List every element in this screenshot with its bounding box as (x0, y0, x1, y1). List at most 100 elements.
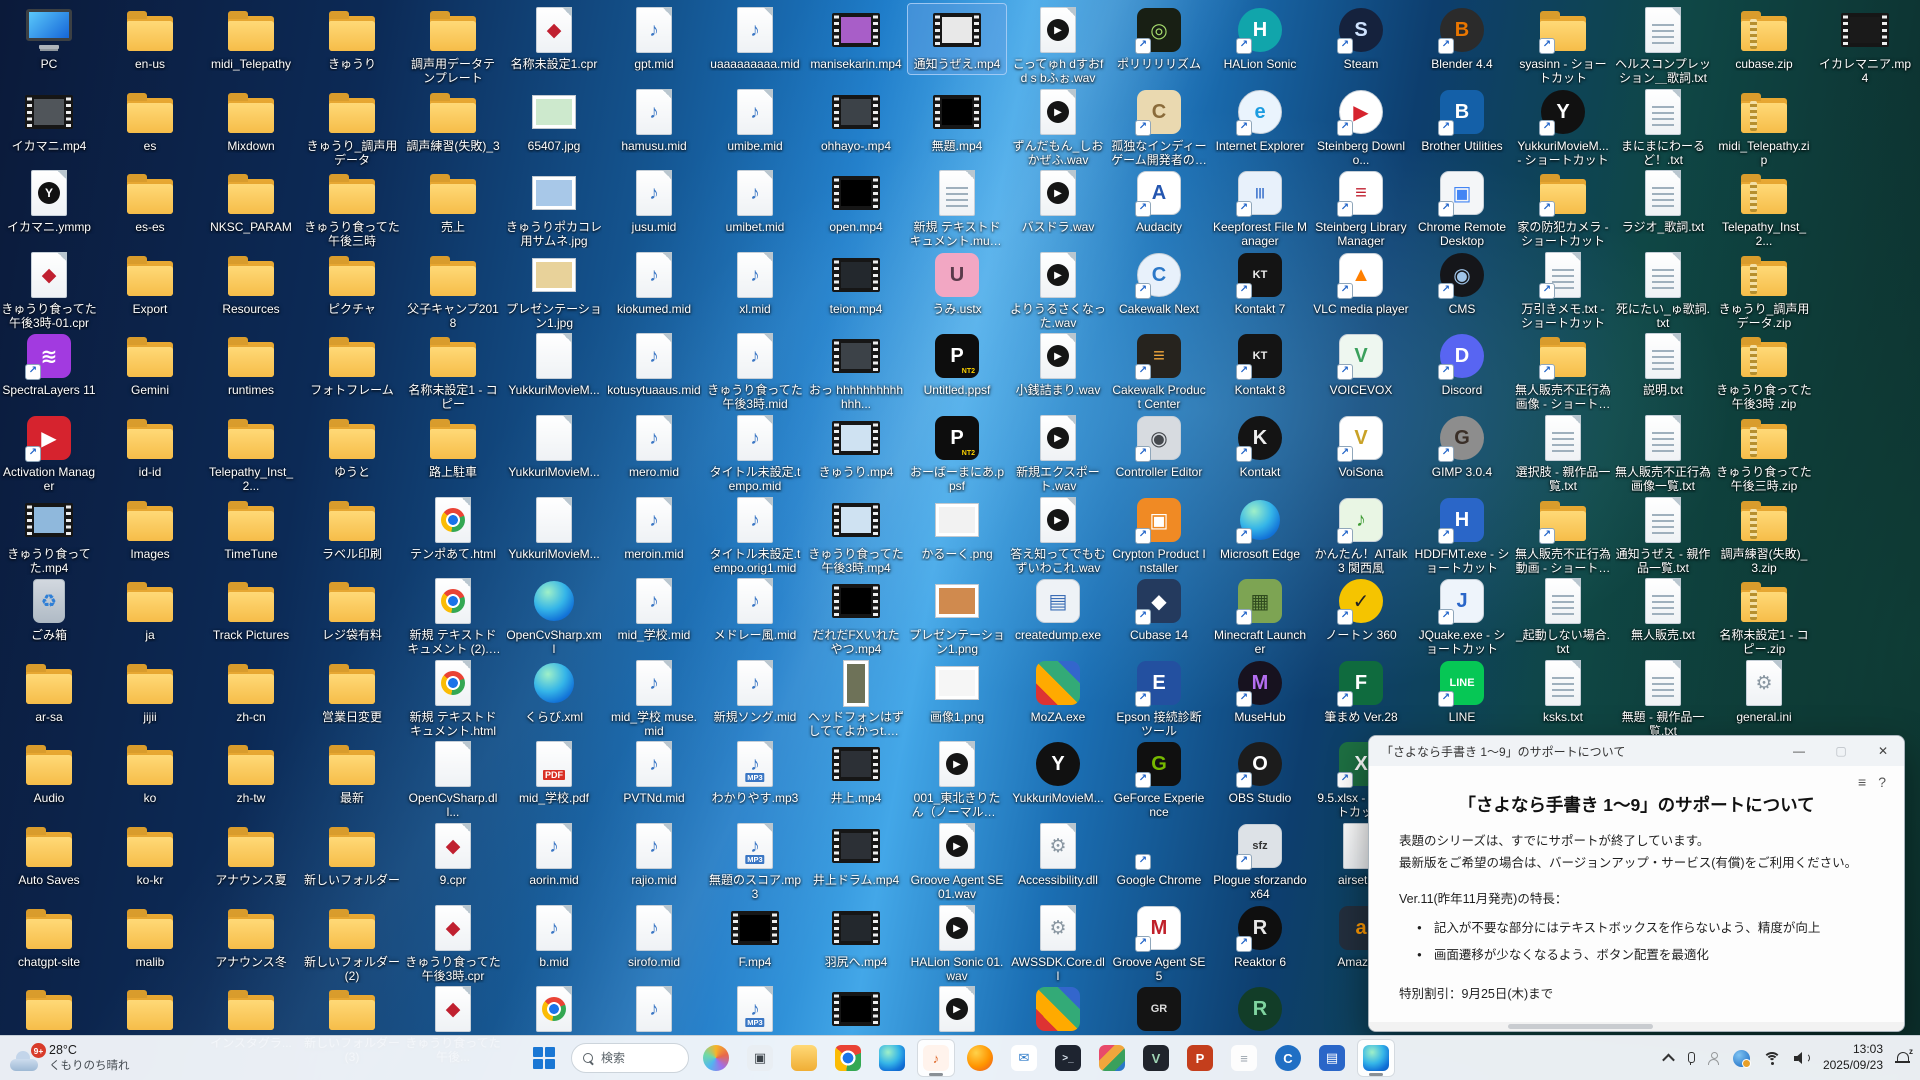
desktop-icon[interactable]: ♪メドレー風.mid (706, 575, 804, 645)
desktop-icon[interactable]: MoZA.exe (1009, 657, 1107, 727)
desktop-icon[interactable]: Microsoft Edge (1211, 494, 1309, 564)
desktop-icon[interactable]: ▶HALion Sonic 01.wav (908, 902, 1006, 986)
desktop-icon[interactable]: 井上ドラム.mp4 (807, 820, 905, 890)
desktop-icon[interactable]: eInternet Explorer (1211, 86, 1309, 156)
weather-widget[interactable]: 9+ 28°C くもりのち晴れ (10, 1043, 130, 1073)
desktop-icon[interactable]: KKontakt (1211, 412, 1309, 482)
desktop-icon[interactable]: 父子キャンプ2018 (404, 249, 502, 333)
desktop-icon[interactable]: Auto Saves (0, 820, 98, 890)
scrollbar-thumb[interactable] (1508, 1024, 1652, 1029)
taskbar-app-file-explorer[interactable] (785, 1039, 823, 1077)
desktop-icon[interactable]: ♻ごみ箱 (0, 575, 98, 645)
desktop-icon[interactable]: 調声練習(失敗)_3.zip (1715, 494, 1813, 578)
desktop-icon[interactable]: chatgpt-site (0, 902, 98, 972)
desktop-icon[interactable]: en-us (101, 4, 199, 74)
desktop-icon[interactable]: ♪b.mid (505, 902, 603, 972)
desktop-icon[interactable]: PC (0, 4, 98, 74)
desktop-icon[interactable]: zh-tw (202, 738, 300, 808)
desktop-icon[interactable]: BBrother Utilities (1413, 86, 1511, 156)
desktop-icon[interactable]: ✓ノートン 360 (1312, 575, 1410, 645)
desktop-icon[interactable]: ♪kotusytuaaus.mid (605, 330, 703, 400)
desktop-icon[interactable]: 羽尻へ.mp4 (807, 902, 905, 972)
desktop-icon[interactable]: KTKontakt 8 (1211, 330, 1309, 400)
desktop-icon[interactable]: Images (101, 494, 199, 564)
desktop-icon[interactable]: MMuseHub (1211, 657, 1309, 727)
horizontal-scrollbar[interactable] (1369, 1022, 1904, 1031)
desktop-icon[interactable]: きゅうり.mp4 (807, 412, 905, 482)
desktop-icon[interactable]: 新規 テキストドキュメント.musicxml (908, 167, 1006, 251)
desktop-icon[interactable] (0, 983, 98, 1039)
notification-bell-icon[interactable]: z (1896, 1051, 1910, 1065)
desktop-icon[interactable]: EEpson 接続診断ツール (1110, 657, 1208, 741)
desktop-icon[interactable]: |||Keepforest File Manager (1211, 167, 1309, 251)
desktop-icon[interactable]: きゅうり_調声用データ (303, 86, 401, 170)
taskbar-app-media-player[interactable] (1093, 1039, 1131, 1077)
desktop-icon[interactable]: 井上.mp4 (807, 738, 905, 808)
desktop-icon[interactable]: ≡Cakewalk Product Center (1110, 330, 1208, 414)
desktop-icon[interactable]: おっ hhhhhhhhhhhhh... (807, 330, 905, 414)
desktop-icon[interactable]: ▶よりうるさくなった.wav (1009, 249, 1107, 333)
desktop-icon[interactable]: OpenCvSharp.dll... (404, 738, 502, 822)
desktop-icon[interactable]: C孤独なインディーゲーム開発者の一生 ... (1110, 86, 1208, 170)
desktop-icon[interactable]: ▶こってゅh dすおf d s bふぉ.wav (1009, 4, 1107, 88)
desktop-icon[interactable]: ♪mid_学校.mid (605, 575, 703, 645)
desktop-icon[interactable]: ▶小銭詰まり.wav (1009, 330, 1107, 400)
desktop-icon[interactable]: きゅうり食ってた午後三時 (303, 167, 401, 251)
accessibility-icon[interactable] (1708, 1052, 1720, 1065)
desktop-icon[interactable]: F筆まめ Ver.28 (1312, 657, 1410, 727)
desktop-icon[interactable]: 無題 - 親作品一覧.txt (1614, 657, 1712, 741)
desktop-icon[interactable]: ▣Crypton Product Installer (1110, 494, 1208, 578)
desktop-icon[interactable] (505, 983, 603, 1039)
desktop-icon[interactable]: 売上 (404, 167, 502, 237)
desktop-icon[interactable]: ▶Steinberg Downlo... (1312, 86, 1410, 170)
start-button[interactable] (525, 1039, 563, 1077)
desktop-icon[interactable]: ≡Steinberg Library Manager (1312, 167, 1410, 251)
desktop-icon[interactable]: ⚙general.ini (1715, 657, 1813, 727)
desktop-icon[interactable]: AAudacity (1110, 167, 1208, 237)
desktop-icon[interactable]: LINELINE (1413, 657, 1511, 727)
desktop-icon[interactable]: 最新 (303, 738, 401, 808)
desktop-icon[interactable]: manisekarin.mp4 (807, 4, 905, 74)
desktop-icon[interactable]: YYukkuriMovieM... - ショートカット (1514, 86, 1612, 170)
wifi-icon[interactable] (1763, 1052, 1781, 1065)
desktop-icon[interactable]: ▶Groove Agent SE 01.wav (908, 820, 1006, 904)
desktop-icon[interactable]: ♪meroin.mid (605, 494, 703, 564)
desktop-icon[interactable]: ⚙Accessibility.dll (1009, 820, 1107, 890)
desktop-icon[interactable]: 通知うぜえ.mp4 (908, 4, 1006, 74)
desktop-icon[interactable]: ♪kiokumed.mid (605, 249, 703, 319)
desktop-icon[interactable]: ▤createdump.exe (1009, 575, 1107, 645)
desktop-icon[interactable]: YukkuriMovieM... (505, 330, 603, 400)
desktop-icon[interactable]: ♪タイトル未設定.tempo.mid (706, 412, 804, 496)
desktop-icon[interactable]: ♪hamusu.mid (605, 86, 703, 156)
desktop-icon[interactable]: ▶ (908, 983, 1006, 1039)
desktop-icon[interactable]: ♪gpt.mid (605, 4, 703, 74)
desktop-icon[interactable]: OOBS Studio (1211, 738, 1309, 808)
desktop-icon[interactable]: KTKontakt 7 (1211, 249, 1309, 319)
desktop-icon[interactable]: midi_Telepathy (202, 4, 300, 74)
desktop-icon[interactable]: 無人販売不正行為画像一覧.txt (1614, 412, 1712, 496)
taskbar-app-voicevox[interactable]: V (1137, 1039, 1175, 1077)
desktop-icon[interactable]: かるーく.png (908, 494, 1006, 564)
desktop-icon[interactable]: GGeForce Experience (1110, 738, 1208, 822)
desktop-icon[interactable]: ♪aorin.mid (505, 820, 603, 890)
taskbar-app-files-app[interactable]: ▤ (1313, 1039, 1351, 1077)
desktop-icon[interactable]: ja (101, 575, 199, 645)
search-box[interactable] (571, 1043, 689, 1073)
desktop-icon[interactable]: ▶001_東北きりたん（ノーマル）_今じゃ... (908, 738, 1006, 822)
desktop-icon[interactable]: 新しいフォルダー (2) (303, 902, 401, 986)
desktop-icon[interactable]: Audio (0, 738, 98, 808)
desktop-icon[interactable]: id-id (101, 412, 199, 482)
taskbar-app-copilot[interactable] (697, 1039, 735, 1077)
desktop-icon[interactable]: OpenCvSharp.xml (505, 575, 603, 659)
desktop-icon[interactable]: JJQuake.exe - ショートカット (1413, 575, 1511, 659)
desktop-icon[interactable]: midi_Telepathy.zip (1715, 86, 1813, 170)
desktop-icon[interactable]: レジ袋有料 (303, 575, 401, 645)
desktop-icon[interactable]: 選択肢 - 親作品一覧.txt (1514, 412, 1612, 496)
desktop-icon[interactable]: イカマニ.mp4 (0, 86, 98, 156)
desktop-icon[interactable]: malib (101, 902, 199, 972)
desktop-icon[interactable]: きゅうり (303, 4, 401, 74)
desktop-icon[interactable]: Telepathy_Inst_2... (202, 412, 300, 496)
desktop-icon[interactable]: Export (101, 249, 199, 319)
desktop-icon[interactable]: TimeTune (202, 494, 300, 564)
desktop-icon[interactable]: ♪PVTNd.mid (605, 738, 703, 808)
